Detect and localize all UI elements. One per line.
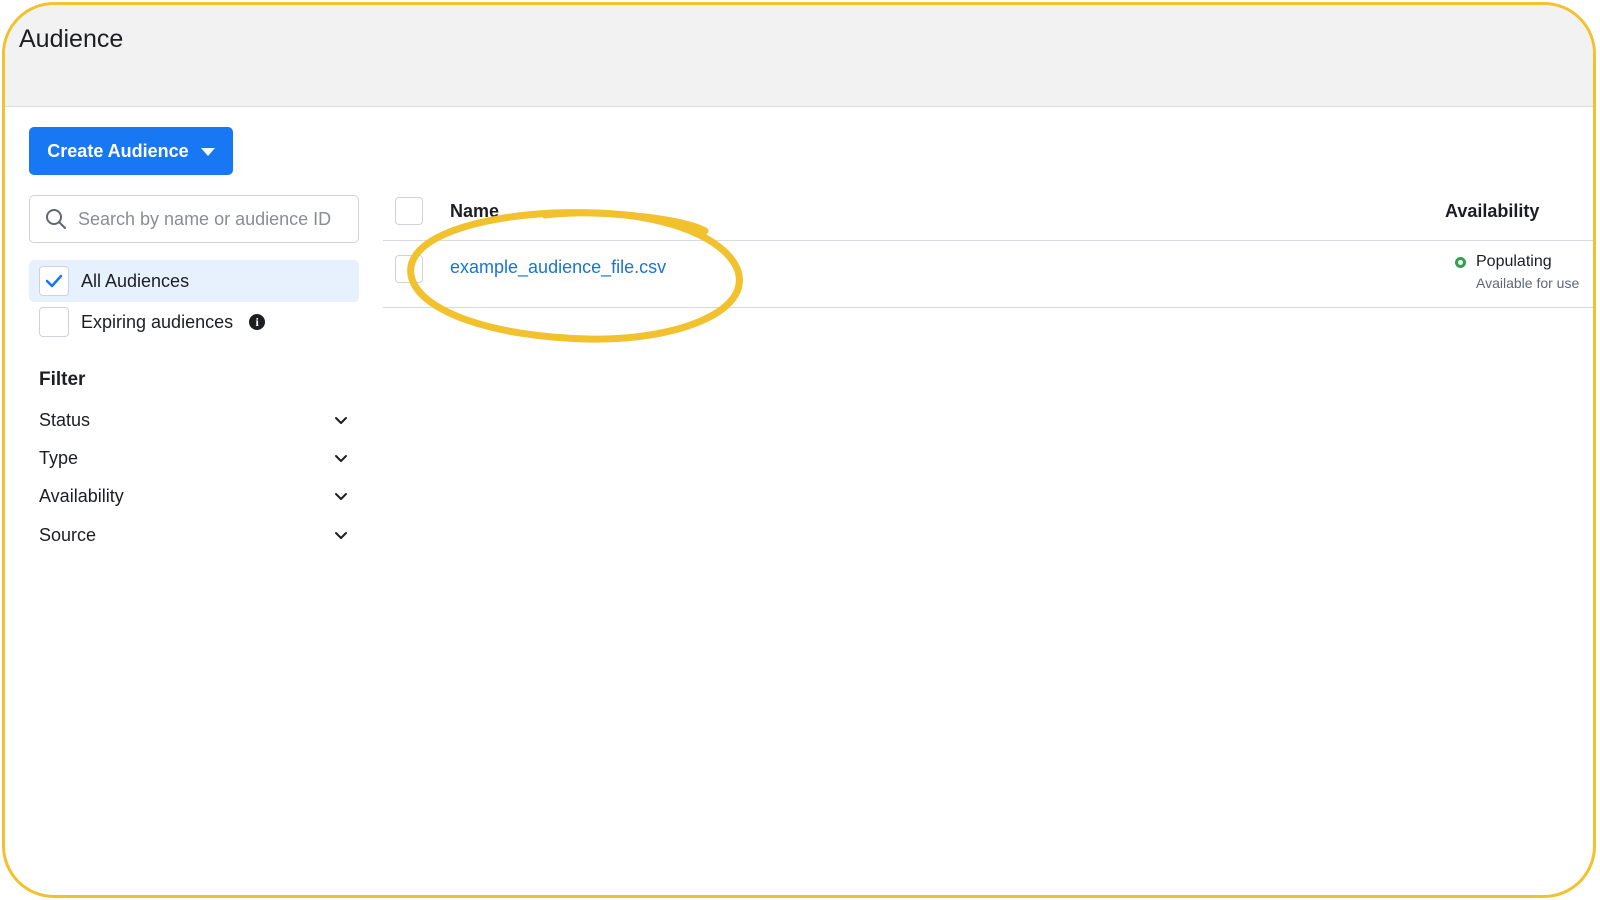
chevron-down-icon (335, 417, 347, 424)
status-line: Populating (1455, 253, 1579, 271)
status-dot-icon (1455, 256, 1466, 268)
filter-title: Filter (39, 369, 86, 390)
filter-status[interactable]: Status (39, 405, 349, 435)
all-audiences-label: All Audiences (81, 270, 190, 291)
view-all-audiences[interactable]: All Audiences (29, 260, 359, 302)
table-row: example_audience_file.csv Populating Ava… (383, 241, 1593, 308)
audience-name-link[interactable]: example_audience_file.csv (450, 257, 666, 278)
filter-availability[interactable]: Availability (39, 481, 349, 511)
filter-type-label: Type (39, 447, 79, 468)
audience-table: Name Availability example_audience_file.… (383, 193, 1593, 308)
expiring-audiences-checkbox[interactable] (39, 307, 69, 337)
chevron-down-icon (335, 493, 347, 500)
column-header-availability[interactable]: Availability (1445, 201, 1539, 222)
all-audiences-checkbox[interactable] (39, 266, 69, 296)
status-text: Populating (1476, 253, 1552, 270)
page-title: Audience (19, 25, 124, 53)
filter-source[interactable]: Source (39, 520, 349, 550)
create-audience-button[interactable]: Create Audience (29, 127, 233, 175)
chevron-down-icon (335, 532, 347, 539)
availability-cell: Populating Available for use (1455, 253, 1579, 291)
column-header-name[interactable]: Name (450, 201, 499, 222)
create-audience-label: Create Audience (47, 140, 189, 161)
caret-down-icon (200, 148, 215, 156)
chevron-down-icon (335, 455, 347, 462)
row-checkbox[interactable] (395, 255, 423, 283)
info-icon[interactable]: i (249, 314, 266, 330)
expiring-audiences-label: Expiring audiences (81, 311, 234, 332)
check-icon (45, 274, 63, 288)
page-header: Audience (5, 5, 1593, 107)
filter-status-label: Status (39, 409, 91, 430)
search-box (29, 195, 359, 243)
search-icon (46, 209, 66, 229)
search-input[interactable] (78, 208, 348, 230)
select-all-checkbox[interactable] (395, 197, 423, 225)
filter-type[interactable]: Type (39, 443, 349, 473)
app-frame: Audience Create Audience All Audiences E… (2, 2, 1596, 898)
filter-availability-label: Availability (39, 485, 124, 506)
status-detail: Available for use (1476, 275, 1580, 291)
table-header: Name Availability (383, 193, 1593, 241)
filter-source-label: Source (39, 524, 97, 545)
view-expiring-audiences[interactable]: Expiring audiences i (29, 301, 359, 343)
